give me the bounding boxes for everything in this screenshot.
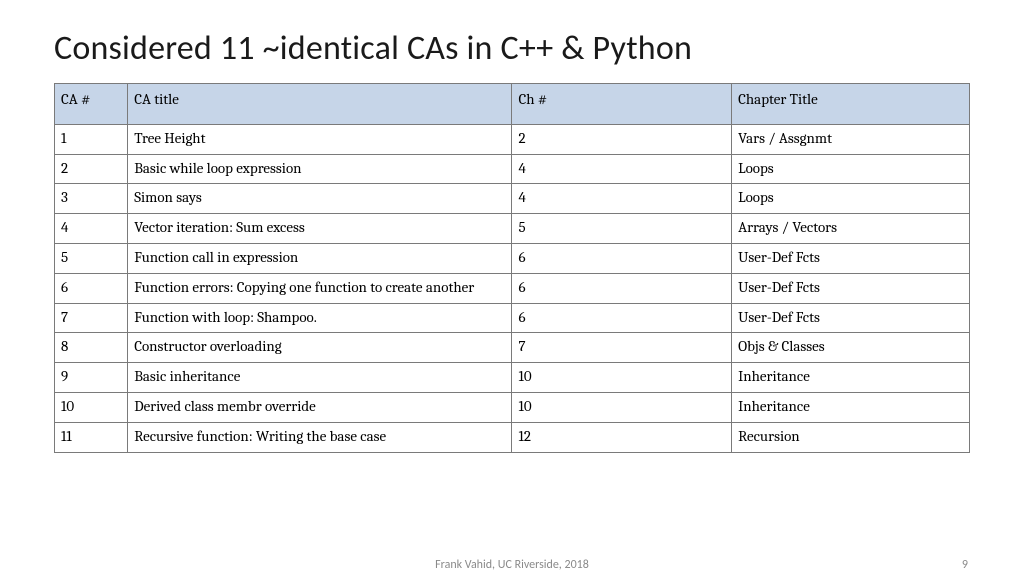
cell-ca-title: Basic inheritance xyxy=(128,363,512,393)
cell-ca-title: Constructor overloading xyxy=(128,333,512,363)
cell-ca-num: 8 xyxy=(55,333,128,363)
cell-ch-num: 12 xyxy=(512,422,732,452)
cell-ca-title: Function call in expression xyxy=(128,243,512,273)
cell-ca-title: Function errors: Copying one function to… xyxy=(128,273,512,303)
cell-ca-num: 2 xyxy=(55,154,128,184)
cell-ca-num: 7 xyxy=(55,303,128,333)
cell-ch-num: 10 xyxy=(512,363,732,393)
cell-ca-title: Simon says xyxy=(128,184,512,214)
header-ch-num: Ch # xyxy=(512,84,732,125)
table-row: 9 Basic inheritance 10 Inheritance xyxy=(55,363,970,393)
cell-ca-num: 6 xyxy=(55,273,128,303)
cell-ca-num: 5 xyxy=(55,243,128,273)
cell-chapter: Vars / Assgnmt xyxy=(732,124,970,154)
cell-ch-num: 7 xyxy=(512,333,732,363)
ca-table: CA # CA title Ch # Chapter Title 1 Tree … xyxy=(54,83,970,453)
table-row: 11 Recursive function: Writing the base … xyxy=(55,422,970,452)
table-row: 1 Tree Height 2 Vars / Assgnmt xyxy=(55,124,970,154)
cell-chapter: Loops xyxy=(732,184,970,214)
table-row: 5 Function call in expression 6 User-Def… xyxy=(55,243,970,273)
cell-chapter: Recursion xyxy=(732,422,970,452)
cell-ca-num: 10 xyxy=(55,392,128,422)
cell-ca-title: Basic while loop expression xyxy=(128,154,512,184)
cell-chapter: Objs & Classes xyxy=(732,333,970,363)
table-row: 10 Derived class membr override 10 Inher… xyxy=(55,392,970,422)
header-ca-title: CA title xyxy=(128,84,512,125)
cell-ca-num: 1 xyxy=(55,124,128,154)
cell-chapter: Inheritance xyxy=(732,392,970,422)
cell-ch-num: 6 xyxy=(512,303,732,333)
cell-ca-title: Recursive function: Writing the base cas… xyxy=(128,422,512,452)
cell-ca-title: Function with loop: Shampoo. xyxy=(128,303,512,333)
cell-ca-num: 4 xyxy=(55,214,128,244)
table-row: 2 Basic while loop expression 4 Loops xyxy=(55,154,970,184)
header-ca-num: CA # xyxy=(55,84,128,125)
cell-chapter: Arrays / Vectors xyxy=(732,214,970,244)
cell-ca-title: Derived class membr override xyxy=(128,392,512,422)
cell-chapter: Inheritance xyxy=(732,363,970,393)
cell-ch-num: 4 xyxy=(512,184,732,214)
cell-ca-num: 11 xyxy=(55,422,128,452)
cell-ch-num: 5 xyxy=(512,214,732,244)
table-row: 3 Simon says 4 Loops xyxy=(55,184,970,214)
cell-chapter: User-Def Fcts xyxy=(732,243,970,273)
table-row: 8 Constructor overloading 7 Objs & Class… xyxy=(55,333,970,363)
cell-ca-num: 3 xyxy=(55,184,128,214)
table-header-row: CA # CA title Ch # Chapter Title xyxy=(55,84,970,125)
cell-ca-title: Tree Height xyxy=(128,124,512,154)
cell-chapter: Loops xyxy=(732,154,970,184)
cell-chapter: User-Def Fcts xyxy=(732,273,970,303)
footer-attribution: Frank Vahid, UC Riverside, 2018 xyxy=(0,558,1024,572)
header-chapter-title: Chapter Title xyxy=(732,84,970,125)
cell-ch-num: 10 xyxy=(512,392,732,422)
table-row: 4 Vector iteration: Sum excess 5 Arrays … xyxy=(55,214,970,244)
cell-ch-num: 2 xyxy=(512,124,732,154)
cell-ca-title: Vector iteration: Sum excess xyxy=(128,214,512,244)
table-row: 7 Function with loop: Shampoo. 6 User-De… xyxy=(55,303,970,333)
slide-title: Considered 11 ~identical CAs in C++ & Py… xyxy=(54,28,970,69)
cell-ch-num: 6 xyxy=(512,243,732,273)
cell-ch-num: 6 xyxy=(512,273,732,303)
cell-ch-num: 4 xyxy=(512,154,732,184)
footer-page-number: 9 xyxy=(962,558,968,572)
cell-chapter: User-Def Fcts xyxy=(732,303,970,333)
cell-ca-num: 9 xyxy=(55,363,128,393)
table-row: 6 Function errors: Copying one function … xyxy=(55,273,970,303)
